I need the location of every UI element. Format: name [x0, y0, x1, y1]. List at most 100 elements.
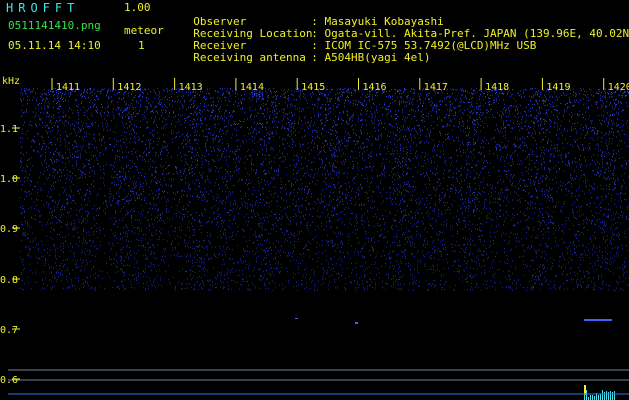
noise-dot — [266, 247, 267, 249]
noise-dot — [224, 88, 225, 90]
noise-dot — [194, 105, 195, 107]
noise-dot — [92, 122, 93, 124]
noise-dot — [69, 133, 70, 135]
noise-dot — [215, 90, 216, 91]
noise-dot — [215, 282, 216, 284]
noise-dot — [38, 248, 39, 250]
noise-dot — [296, 215, 297, 217]
noise-dot — [300, 216, 301, 218]
noise-dot — [249, 275, 250, 277]
noise-dot — [83, 163, 84, 165]
noise-dot — [315, 183, 316, 185]
noise-dot — [25, 171, 26, 173]
noise-dot — [70, 175, 71, 177]
noise-dot — [192, 127, 193, 129]
noise-dot — [74, 200, 75, 202]
noise-dot — [51, 190, 52, 191]
noise-dot — [157, 221, 158, 223]
noise-dot — [93, 105, 94, 107]
noise-dot — [184, 154, 185, 156]
noise-dot — [305, 244, 306, 246]
noise-dot — [199, 109, 200, 111]
noise-dot — [117, 174, 118, 176]
noise-dot — [243, 281, 244, 283]
noise-dot — [261, 99, 262, 100]
noise-dot — [192, 195, 193, 197]
noise-dot — [101, 137, 102, 139]
noise-dot — [335, 186, 336, 188]
noise-dot — [312, 215, 313, 217]
noise-dot — [257, 111, 258, 113]
noise-dot — [186, 145, 187, 147]
noise-dot — [296, 285, 297, 287]
noise-dot — [298, 160, 299, 161]
noise-dot — [113, 244, 114, 246]
noise-dot — [340, 263, 341, 265]
noise-dot — [65, 99, 66, 101]
noise-dot — [194, 256, 195, 258]
noise-dot — [279, 217, 280, 219]
noise-dot — [323, 267, 324, 269]
noise-dot — [232, 133, 233, 135]
noise-dot — [331, 274, 332, 276]
noise-dot — [298, 268, 299, 270]
noise-dot — [81, 171, 82, 173]
noise-dot — [35, 272, 36, 274]
noise-dot — [276, 225, 277, 227]
noise-dot — [151, 235, 152, 236]
noise-dot — [152, 284, 153, 286]
noise-dot — [107, 115, 108, 117]
noise-dot — [300, 179, 301, 180]
noise-dot — [138, 267, 139, 269]
noise-dot — [50, 131, 51, 133]
noise-dot — [331, 177, 332, 179]
noise-dot — [169, 112, 170, 114]
noise-dot — [228, 288, 229, 290]
noise-dot — [264, 180, 265, 181]
noise-dot — [204, 270, 205, 272]
noise-dot — [89, 133, 90, 135]
noise-dot — [146, 127, 147, 129]
noise-dot — [288, 95, 289, 96]
noise-dot — [130, 210, 131, 212]
noise-dot — [262, 278, 263, 280]
noise-dot — [235, 92, 236, 94]
noise-dot — [185, 242, 186, 244]
noise-dot — [307, 103, 308, 104]
noise-dot — [272, 110, 273, 112]
noise-dot — [128, 258, 129, 260]
info-row-antenna: Receiving antenna: A504HB(yagi 4el) — [180, 40, 430, 64]
noise-dot — [265, 216, 266, 218]
noise-dot — [219, 245, 220, 247]
noise-dot — [280, 271, 281, 273]
noise-dot — [301, 163, 302, 165]
noise-dot — [277, 205, 278, 207]
noise-dot — [190, 146, 191, 148]
noise-dot — [98, 125, 99, 127]
noise-dot — [191, 151, 192, 153]
noise-dot — [330, 225, 331, 227]
noise-dot — [155, 171, 156, 173]
noise-dot — [267, 216, 268, 218]
noise-dot — [337, 132, 338, 134]
noise-dot — [279, 136, 280, 138]
noise-dot — [228, 287, 229, 289]
noise-dot — [101, 110, 102, 112]
noise-dot — [256, 94, 257, 96]
noise-dot — [324, 94, 325, 95]
noise-dot — [97, 112, 98, 114]
noise-dot — [310, 93, 311, 95]
noise-dot — [126, 132, 127, 134]
noise-dot — [230, 150, 231, 152]
noise-dot — [345, 99, 346, 101]
noise-dot — [146, 100, 147, 102]
noise-dot — [179, 270, 180, 272]
noise-dot — [77, 231, 78, 233]
noise-dot — [134, 266, 135, 268]
noise-dot — [102, 139, 103, 140]
noise-dot — [85, 204, 86, 206]
noise-dot — [343, 112, 344, 114]
noise-dot — [42, 136, 43, 138]
noise-dot — [51, 281, 52, 283]
noise-dot — [38, 108, 39, 110]
